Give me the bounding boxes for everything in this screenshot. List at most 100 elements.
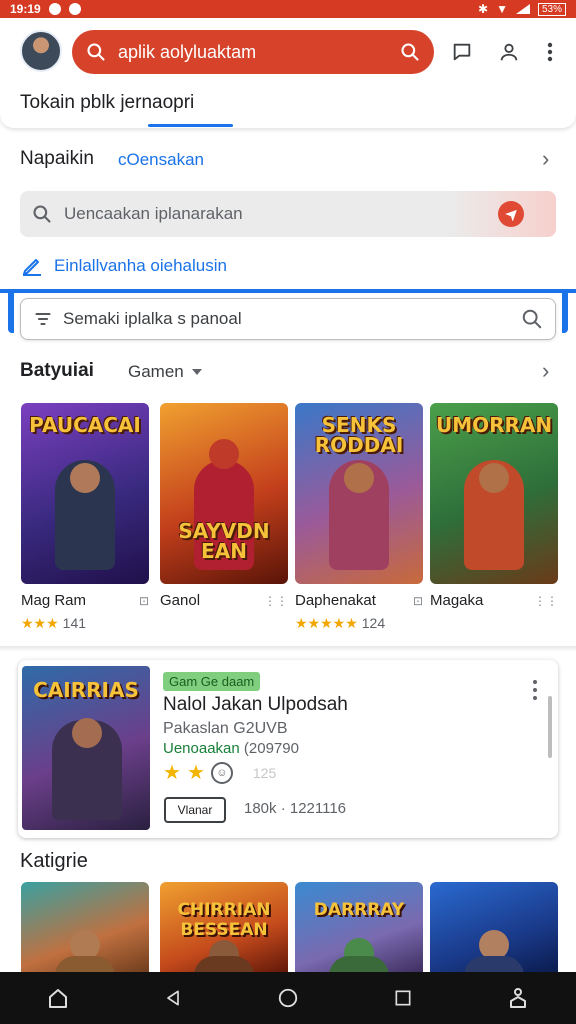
library-search-text: Semaki iplalka s panoal [63, 309, 242, 328]
category-tile[interactable]: CHIRRIAN BESSEAN [160, 882, 288, 976]
menu-dots-icon[interactable] [533, 680, 537, 704]
game-title: Daphenakat [295, 592, 376, 609]
search-icon [33, 205, 51, 223]
game-title: Magaka [430, 592, 484, 609]
featured-meta-gray: (209790 [243, 740, 299, 757]
character-head [344, 463, 374, 493]
character-head [70, 463, 100, 493]
secondary-search-field[interactable]: Uencaakan iplanarakan [20, 191, 556, 237]
tab-title[interactable]: Tokain pblk jernaopri [20, 92, 194, 114]
game-title-row: Ganol ⋮⋮ [160, 592, 288, 609]
category-tile[interactable] [21, 882, 149, 976]
chevron-right-icon[interactable]: › [542, 146, 549, 172]
chevron-down-icon [191, 369, 202, 375]
game-logo: SENKS RODDAI [314, 413, 404, 457]
chevron-right-icon[interactable]: › [542, 358, 549, 384]
edit-link[interactable]: Einlallvanha oiehalusin [20, 254, 227, 278]
menu-dots-icon[interactable] [538, 40, 562, 64]
featured-title: Nalol Jakan Ulpodsah [163, 694, 348, 715]
category-dropdown-label: Gamen [128, 362, 184, 381]
star-icon: ★ [186, 762, 205, 784]
pencil-icon [23, 259, 41, 276]
game-title: Ganol [160, 592, 201, 609]
battery-indicator: 53% [537, 2, 566, 16]
star-icon: ★ [163, 762, 181, 784]
search-icon [87, 43, 105, 61]
game-cover: SENKS RODDAI [295, 403, 423, 584]
star-icons: ★★★ [21, 615, 59, 631]
face-icon: ☺ [210, 761, 233, 784]
scrollbar[interactable] [548, 696, 552, 758]
section-link[interactable]: cOensakan [118, 150, 204, 170]
game-cover: UMORRAN [430, 403, 558, 584]
home-icon[interactable] [273, 983, 303, 1013]
search-bar[interactable]: aplik aolyluaktam [72, 30, 434, 74]
row-title: Batyuiai [20, 360, 94, 381]
wifi-icon: ▼ [496, 2, 508, 16]
game-cover: SAYVDN EAN [160, 403, 288, 584]
featured-stats: 180k · 1221116 [244, 800, 347, 817]
featured-logo: CAIRRIAS [33, 678, 139, 702]
status-icons: ✱ ▼ 53% [478, 2, 566, 16]
featured-subtitle: Pakaslan G2UVB [163, 720, 288, 737]
tab-indicator [148, 124, 233, 127]
accessibility-icon[interactable] [503, 983, 533, 1013]
secondary-search-text: Uencaakan iplanarakan [64, 204, 243, 223]
chat-icon[interactable] [450, 40, 474, 64]
status-badge: Gam Ge daam [163, 672, 261, 691]
signal-icon [515, 4, 530, 14]
game-rating: ★★★★★ 124 [295, 615, 423, 632]
avatar[interactable] [20, 30, 62, 72]
game-title: Mag Ram [21, 592, 87, 609]
game-title-row: Daphenakat ⊡ [295, 592, 423, 609]
game-card[interactable]: PAUCACAI Mag Ram ⊡ ★★★ 141 [21, 403, 149, 632]
featured-faint-value: 125 [252, 764, 277, 781]
notification-icon [48, 3, 61, 15]
game-rating: ★★★ 141 [21, 615, 149, 632]
info-icon: ⊡ [412, 593, 423, 608]
game-card[interactable]: SENKS RODDAI Daphenakat ⊡ ★★★★★ 124 [295, 403, 423, 632]
game-title-row: Mag Ram ⊡ [21, 592, 149, 609]
search-icon[interactable] [400, 42, 420, 62]
recents-icon[interactable] [388, 983, 418, 1013]
featured-meta: Uenoaakan (209790 [163, 740, 299, 757]
game-logo: UMORRAN [436, 413, 553, 437]
featured-rating: ★ ★ ☺ 125 [163, 760, 276, 785]
plane-icon[interactable] [498, 201, 524, 227]
divider-edge [8, 293, 14, 333]
game-cover: PAUCACAI [21, 403, 149, 584]
search-icon[interactable] [521, 308, 543, 330]
featured-cover: CAIRRIAS [22, 666, 150, 830]
bluetooth-icon: ✱ [478, 2, 489, 16]
category-logo: DARRRAY [313, 900, 405, 920]
divider [0, 289, 576, 293]
library-search-field[interactable]: Semaki iplalka s panoal [20, 298, 556, 340]
more-icon: ⋮⋮ [264, 593, 288, 608]
category-tile[interactable]: DARRRAY [295, 882, 423, 976]
featured-game-card[interactable]: CAIRRIAS Gam Ge daam Nalol Jakan Ulpodsa… [18, 660, 558, 838]
back-icon[interactable] [158, 983, 188, 1013]
game-logo: SAYVDN EAN [178, 519, 270, 563]
star-icons: ★★★★★ [295, 615, 358, 631]
game-title-row: Magaka ⋮⋮ [430, 592, 558, 609]
home-app-icon[interactable] [43, 983, 73, 1013]
status-time: 19:19 [10, 2, 41, 16]
categories-title: Katigrie [20, 850, 88, 872]
section-divider [0, 646, 576, 652]
category-tile[interactable] [430, 882, 558, 976]
info-icon: ⊡ [138, 593, 149, 608]
filter-icon [35, 313, 51, 325]
system-nav-bar [0, 972, 576, 1024]
game-logo: PAUCACAI [29, 413, 141, 437]
profile-icon[interactable] [497, 40, 521, 64]
featured-meta-green: Uenoaakan [163, 740, 240, 757]
game-card[interactable]: SAYVDN EAN Ganol ⋮⋮ [160, 403, 288, 609]
game-card[interactable]: UMORRAN Magaka ⋮⋮ [430, 403, 558, 609]
install-button[interactable]: Vlanar [164, 797, 226, 823]
rating-count: 141 [62, 615, 87, 631]
character-head [72, 718, 102, 748]
app-header: aplik aolyluaktam Tokain pblk jernaopri [0, 18, 576, 128]
category-dropdown[interactable]: Gamen [128, 362, 202, 382]
character-head [479, 463, 509, 493]
category-logo: CHIRRIAN BESSEAN [177, 900, 271, 940]
